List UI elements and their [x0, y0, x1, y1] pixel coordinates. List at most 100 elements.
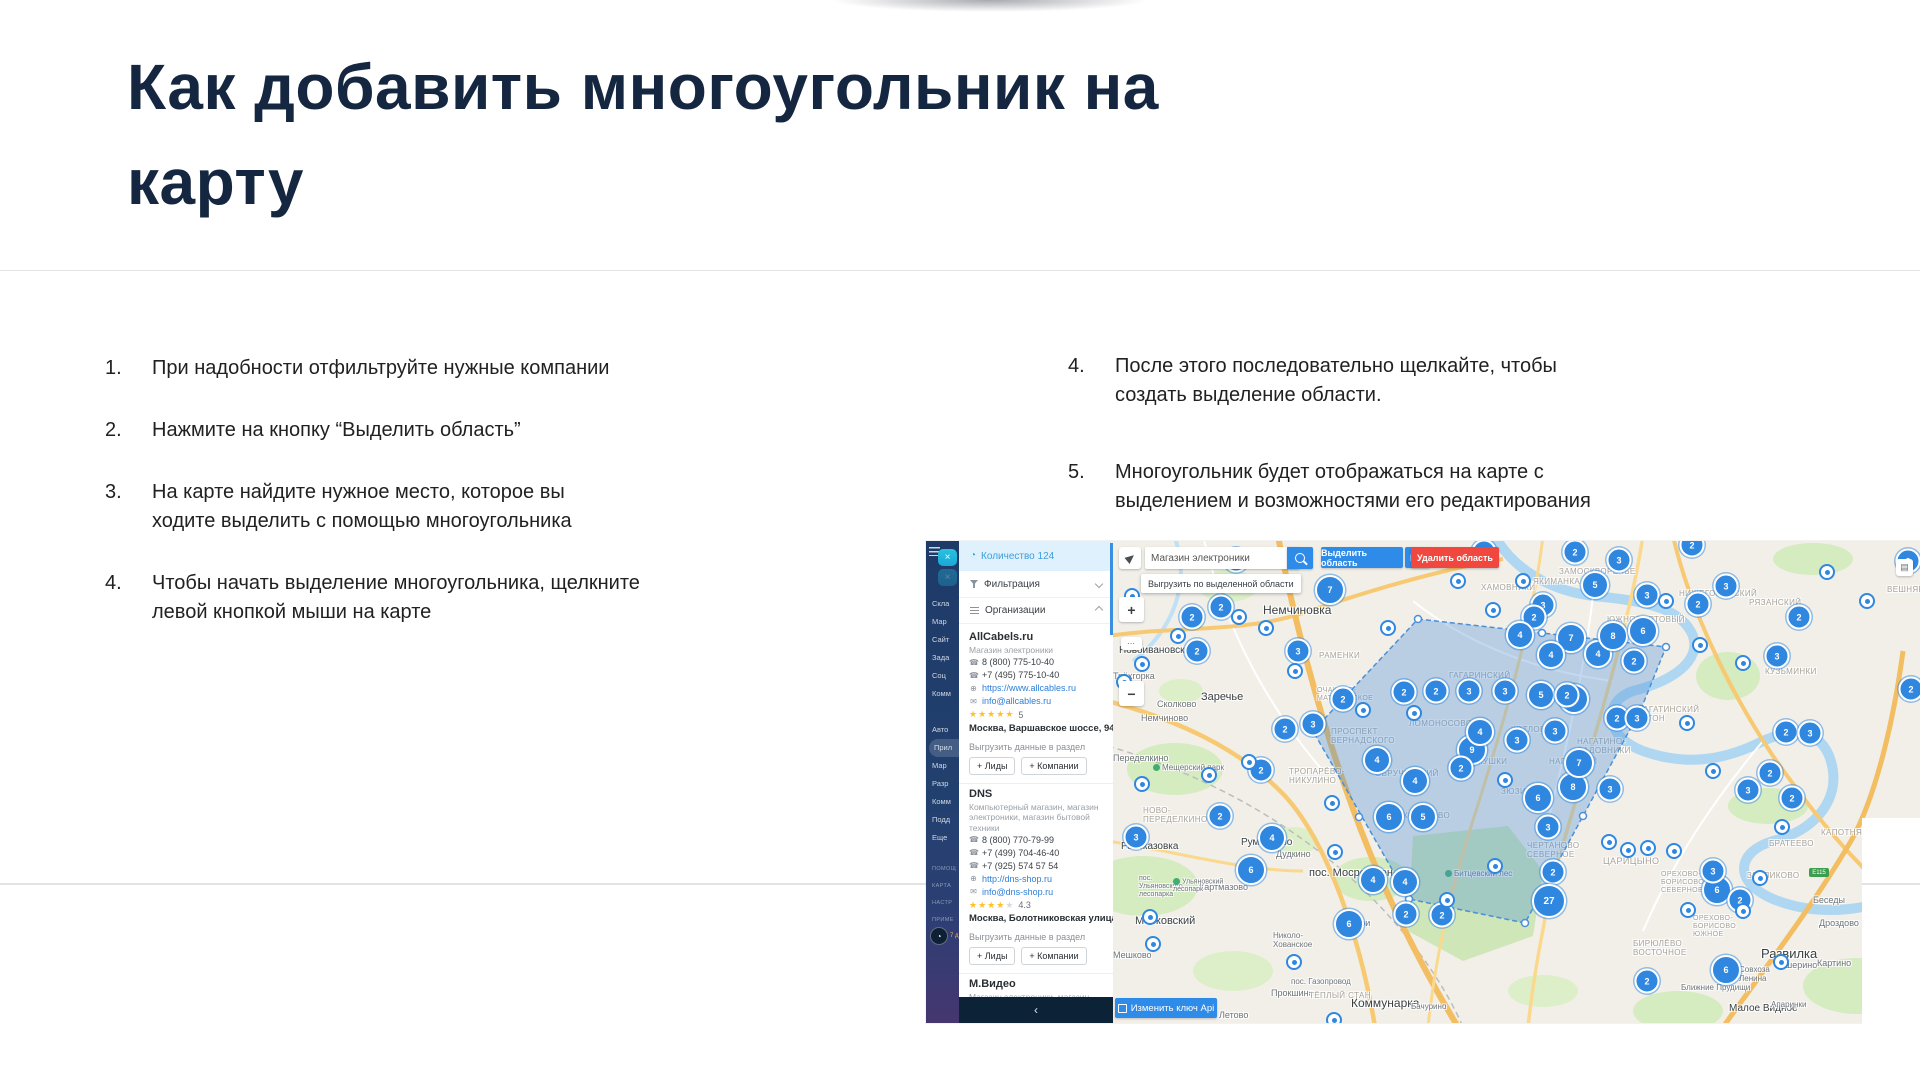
sidebar-item[interactable]: Комм: [926, 685, 959, 703]
map-cluster-marker[interactable]: 6: [1711, 955, 1741, 985]
map-cluster-marker[interactable]: 2: [1780, 786, 1805, 811]
polygon-vertex-handle[interactable]: [1415, 616, 1422, 623]
filter-row[interactable]: Фильтрация: [959, 571, 1113, 598]
map-cluster-marker[interactable]: 3: [1457, 679, 1482, 704]
map-point-marker[interactable]: [1497, 772, 1513, 788]
sidebar-item[interactable]: Мар: [926, 613, 959, 631]
map-point-marker[interactable]: [1134, 776, 1150, 792]
map-cluster-marker[interactable]: 3: [1736, 778, 1761, 803]
map-cluster-marker[interactable]: 3: [1798, 721, 1823, 746]
close-icon[interactable]: ×: [938, 549, 957, 566]
map-cluster-marker[interactable]: 7: [1315, 575, 1345, 605]
sidebar-item[interactable]: Разр: [926, 775, 959, 793]
map-cluster-marker[interactable]: 2: [1185, 639, 1210, 664]
map-cluster-marker[interactable]: 2: [1392, 680, 1417, 705]
map-cluster-marker[interactable]: 6: [1628, 616, 1658, 646]
map-cluster-marker[interactable]: 3: [1625, 706, 1650, 731]
phone-number[interactable]: +7 (925) 574 57 54: [982, 861, 1058, 871]
add-leads-button[interactable]: + Лиды: [969, 947, 1015, 965]
map-point-marker[interactable]: [1666, 843, 1682, 859]
locate-button[interactable]: [1119, 547, 1141, 569]
map-point-marker[interactable]: [1640, 840, 1656, 856]
map-cluster-marker[interactable]: 6: [1236, 855, 1266, 885]
map-cluster-marker[interactable]: 4: [1359, 866, 1387, 894]
map-cluster-marker[interactable]: 3: [1635, 583, 1660, 608]
map-cluster-marker[interactable]: 27: [1532, 884, 1566, 918]
map-cluster-marker[interactable]: 2: [1209, 595, 1234, 620]
phone-number[interactable]: +7 (499) 704-46-40: [982, 848, 1059, 858]
map-point-marker[interactable]: [1406, 705, 1422, 721]
map-point-marker[interactable]: [1326, 1012, 1342, 1023]
map-point-marker[interactable]: [1620, 842, 1636, 858]
sidebar-item[interactable]: Зада: [926, 649, 959, 667]
map-cluster-marker[interactable]: 7: [1564, 748, 1594, 778]
map-point-marker[interactable]: [1241, 754, 1257, 770]
sidebar-item[interactable]: Мар: [926, 757, 959, 775]
sidebar-item[interactable]: Авто: [926, 721, 959, 739]
map-cluster-marker[interactable]: 3: [1536, 815, 1561, 840]
map-point-marker[interactable]: [1258, 620, 1274, 636]
map-point-marker[interactable]: [1231, 609, 1247, 625]
trial-badge[interactable]: ◔ 7 д: [930, 927, 959, 945]
sidebar-footer-item[interactable]: КАРТА: [926, 878, 959, 895]
polygon-vertex-handle[interactable]: [1663, 644, 1670, 651]
phone-number[interactable]: 8 (800) 775-10-40: [982, 657, 1054, 667]
map-cluster-marker[interactable]: 2: [1424, 679, 1449, 704]
add-companies-button[interactable]: + Компании: [1021, 947, 1086, 965]
map-cluster-marker[interactable]: 6: [1523, 783, 1553, 813]
map-point-marker[interactable]: [1773, 954, 1789, 970]
sidebar-footer-item[interactable]: НАСТР: [926, 895, 959, 912]
company-name[interactable]: AllCabels.ru: [969, 631, 1103, 643]
map-cluster-marker[interactable]: 4: [1401, 767, 1429, 795]
map-cluster-marker[interactable]: 5: [1581, 571, 1609, 599]
email-link[interactable]: info@dns-shop.ru: [982, 887, 1053, 897]
polygon-vertex-handle[interactable]: [1539, 630, 1546, 637]
map-point-marker[interactable]: [1679, 715, 1695, 731]
map-cluster-marker[interactable]: 8: [1598, 621, 1628, 651]
site-link[interactable]: https://www.allcables.ru: [982, 683, 1076, 693]
map-cluster-marker[interactable]: 2: [1686, 592, 1711, 617]
map-cluster-marker[interactable]: 2: [1899, 677, 1920, 702]
map-cluster-marker[interactable]: 3: [1301, 712, 1326, 737]
map-cluster-marker[interactable]: 4: [1258, 824, 1286, 852]
map-point-marker[interactable]: [1859, 593, 1875, 609]
map-cluster-marker[interactable]: 2: [1208, 804, 1233, 829]
map-cluster-marker[interactable]: 2: [1774, 720, 1799, 745]
map-point-marker[interactable]: [1705, 763, 1721, 779]
search-input[interactable]: [1145, 547, 1299, 569]
map-cluster-marker[interactable]: 3: [1543, 719, 1568, 744]
map-cluster-marker[interactable]: 6: [1374, 802, 1404, 832]
map-point-marker[interactable]: [1355, 702, 1371, 718]
sidebar-item[interactable]: Сайт: [926, 631, 959, 649]
zoom-in-button[interactable]: +: [1119, 597, 1144, 622]
map-cluster-marker[interactable]: 2: [1449, 756, 1474, 781]
delete-area-button[interactable]: Удалить область: [1411, 547, 1499, 568]
map-point-marker[interactable]: [1439, 892, 1455, 908]
map-cluster-marker[interactable]: 2: [1758, 761, 1783, 786]
sidebar-item[interactable]: Соц: [926, 667, 959, 685]
map-cluster-marker[interactable]: 2: [1541, 860, 1566, 885]
polygon-vertex-handle[interactable]: [1522, 920, 1529, 927]
map-point-marker[interactable]: [1287, 663, 1303, 679]
map-point-marker[interactable]: [1515, 573, 1531, 589]
map-more-button[interactable]: ⋯: [1121, 637, 1142, 650]
site-link[interactable]: http://dns-shop.ru: [982, 874, 1052, 884]
map-cluster-marker[interactable]: 5: [1527, 681, 1555, 709]
map-cluster-marker[interactable]: 3: [1493, 679, 1518, 704]
map-point-marker[interactable]: [1658, 593, 1674, 609]
map-point-marker[interactable]: [1735, 655, 1751, 671]
map-cluster-marker[interactable]: 4: [1506, 621, 1534, 649]
map-point-marker[interactable]: [1819, 564, 1835, 580]
collapse-panel-button[interactable]: ‹: [959, 997, 1113, 1023]
add-leads-button[interactable]: + Лиды: [969, 757, 1015, 775]
sidebar-item[interactable]: Комм: [926, 793, 959, 811]
add-companies-button[interactable]: + Компании: [1021, 757, 1086, 775]
map-cluster-marker[interactable]: 2: [1555, 683, 1580, 708]
phone-number[interactable]: 8 (800) 770-79-99: [982, 835, 1054, 845]
select-area-button[interactable]: Выделить область: [1321, 547, 1403, 568]
company-name[interactable]: М.Видео: [969, 978, 1103, 990]
sidebar-item[interactable]: Скла: [926, 595, 959, 613]
email-link[interactable]: info@allcables.ru: [982, 696, 1051, 706]
map-cluster-marker[interactable]: 3: [1124, 825, 1149, 850]
polygon-vertex-handle[interactable]: [1580, 813, 1587, 820]
